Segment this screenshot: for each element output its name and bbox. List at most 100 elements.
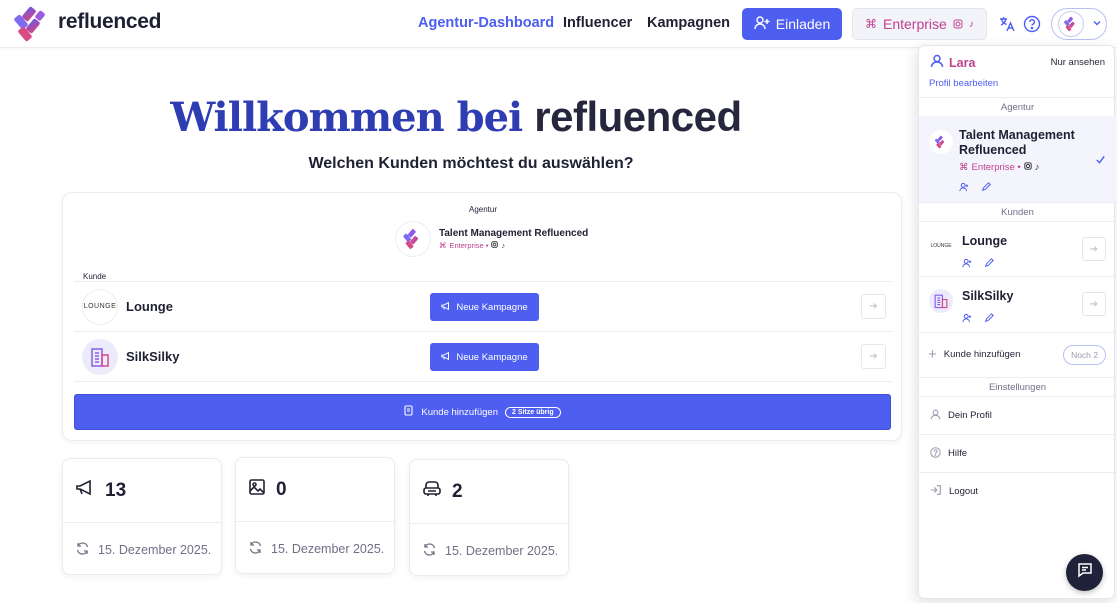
new-campaign-button[interactable]: Neue Kampagne: [430, 343, 539, 371]
help-circle-icon: [930, 446, 941, 461]
panel-agency-name: Talent Management Refluenced: [959, 128, 1075, 157]
menu-help[interactable]: Hilfe: [919, 434, 1116, 472]
refresh-icon: [75, 541, 90, 559]
panel-client-name: Lounge: [962, 234, 1008, 248]
client-name: SilkSilky: [126, 349, 180, 364]
menu-logout-label: Logout: [949, 486, 979, 497]
edit-pencil-icon[interactable]: [984, 255, 994, 273]
account-dropdown-panel: Lara Nur ansehen Profil bearbeiten Agent…: [918, 45, 1116, 599]
building-icon: [82, 338, 118, 375]
invite-button[interactable]: Einladen: [742, 8, 842, 40]
arrow-right-icon[interactable]: ➔: [1082, 292, 1106, 316]
image-icon: [248, 478, 266, 501]
building-icon: [929, 289, 953, 313]
top-navigation-bar: refluenced Agentur-Dashboard Influencer …: [0, 0, 1117, 48]
tiktok-icon: ♪: [501, 241, 506, 250]
edit-profile-link[interactable]: Profil bearbeiten: [929, 78, 998, 89]
user-icon: [930, 54, 944, 71]
account-menu-button[interactable]: [1051, 8, 1107, 40]
client-row-lounge[interactable]: LOUNGE Lounge Neue Kampagne ➔: [74, 281, 892, 331]
checkmark-icon: [1095, 152, 1106, 170]
refluenced-logo-icon[interactable]: [12, 5, 50, 43]
avatar: [1058, 11, 1084, 37]
add-client-button[interactable]: Kunde hinzufügen 2 Sitze übrig: [74, 394, 891, 430]
new-campaign-button[interactable]: Neue Kampagne: [430, 293, 539, 321]
page-title: Willkommen bei refluenced: [0, 93, 912, 141]
add-client-label: Kunde hinzufügen: [421, 406, 498, 418]
stat-value: 2: [452, 480, 463, 502]
agency-logo-icon: [929, 130, 953, 154]
client-caption: Kunde: [83, 272, 107, 281]
divider: [410, 523, 568, 524]
new-campaign-label: Neue Kampagne: [456, 351, 528, 363]
chevron-down-icon: [1092, 15, 1102, 33]
menu-logout[interactable]: Logout: [919, 472, 1116, 510]
manage-users-icon[interactable]: [959, 179, 969, 197]
stat-value: 0: [276, 478, 287, 500]
new-campaign-label: Neue Kampagne: [456, 301, 528, 313]
menu-profile[interactable]: Dein Profil: [919, 396, 1116, 434]
panel-client-lounge[interactable]: LOUNGE Lounge ➔: [919, 221, 1116, 276]
menu-profile-label: Dein Profil: [948, 410, 992, 421]
panel-agency-item[interactable]: Talent Management Refluenced ⌘ Enterpris…: [919, 116, 1116, 202]
lounge-logo: LOUNGE: [82, 288, 118, 325]
chat-support-button[interactable]: [1066, 554, 1103, 591]
panel-add-client-label: Kunde hinzufügen: [943, 349, 1021, 360]
page-subtitle: Welchen Kunden möchtest du auswählen?: [308, 155, 634, 172]
refluenced-small-icon: ⌘: [439, 241, 447, 250]
manage-users-icon[interactable]: [962, 255, 972, 273]
edit-pencil-icon[interactable]: [981, 179, 991, 197]
user-icon: [930, 409, 941, 423]
megaphone-icon: [441, 351, 451, 364]
divider: [63, 522, 221, 523]
lounge-logo: LOUNGE: [930, 243, 952, 249]
help-circle-icon[interactable]: [1021, 13, 1043, 35]
stat-card-campaigns[interactable]: 13 15. Dezember 2025.: [62, 458, 222, 575]
refresh-icon: [248, 540, 263, 558]
arrow-right-icon[interactable]: ➔: [861, 294, 886, 319]
invite-label: Einladen: [775, 16, 831, 32]
manage-users-icon[interactable]: [962, 310, 972, 328]
megaphone-icon: [75, 479, 95, 502]
arrow-right-icon[interactable]: ➔: [1082, 237, 1106, 261]
refluenced-small-icon: ⌘: [865, 17, 877, 31]
stat-date: 15. Dezember 2025.: [98, 543, 212, 557]
panel-client-silksilky[interactable]: SilkSilky ➔: [919, 276, 1116, 331]
stat-date: 15. Dezember 2025.: [271, 542, 385, 556]
stat-value: 13: [105, 479, 127, 501]
chat-icon: [1076, 561, 1094, 584]
stat-date: 15. Dezember 2025.: [445, 544, 559, 558]
tiktok-icon: ♪: [1034, 162, 1040, 173]
client-row-silksilky[interactable]: SilkSilky Neue Kampagne ➔: [74, 331, 892, 381]
nav-influencer[interactable]: Influencer: [563, 15, 632, 31]
refluenced-small-icon: ⌘: [959, 162, 969, 173]
agency-name: Talent Management Refluenced: [439, 228, 589, 239]
panel-add-client[interactable]: + Kunde hinzufügen Noch 2: [919, 332, 1116, 376]
seats-badge: 2 Sitze übrig: [504, 406, 561, 418]
arrow-right-icon[interactable]: ➔: [861, 344, 886, 369]
instagram-icon: [1024, 162, 1032, 173]
client-selector-card: Agentur Talent Management Refluenced ⌘ E…: [62, 192, 902, 441]
edit-pencil-icon[interactable]: [984, 310, 994, 328]
divider: [236, 521, 394, 522]
instagram-icon: [953, 16, 963, 32]
agency-entry[interactable]: Talent Management Refluenced ⌘ Enterpris…: [395, 221, 588, 257]
nav-agency-dashboard[interactable]: Agentur-Dashboard: [418, 15, 554, 31]
agency-caption: Agentur: [469, 205, 498, 214]
logout-icon: [930, 484, 942, 499]
plan-chip[interactable]: ⌘ Enterprise ♪: [852, 8, 987, 40]
instagram-icon: [491, 241, 499, 250]
nav-campaigns[interactable]: Kampagnen: [647, 15, 730, 31]
stat-card-clients[interactable]: 2 15. Dezember 2025.: [409, 459, 569, 576]
agency-logo-icon: [395, 221, 431, 257]
current-user: Lara: [930, 54, 975, 71]
view-only-label: Nur ansehen: [1050, 57, 1105, 68]
client-name: Lounge: [126, 299, 173, 314]
section-clients: Kunden: [919, 202, 1116, 220]
agency-plan: ⌘ Enterprise • ♪: [439, 241, 588, 250]
translate-icon[interactable]: [996, 13, 1018, 35]
stat-card-images[interactable]: 0 15. Dezember 2025.: [235, 457, 395, 574]
section-agency: Agentur: [919, 97, 1116, 115]
welcome-brand: refluenced: [534, 93, 742, 140]
megaphone-icon: [441, 301, 451, 314]
